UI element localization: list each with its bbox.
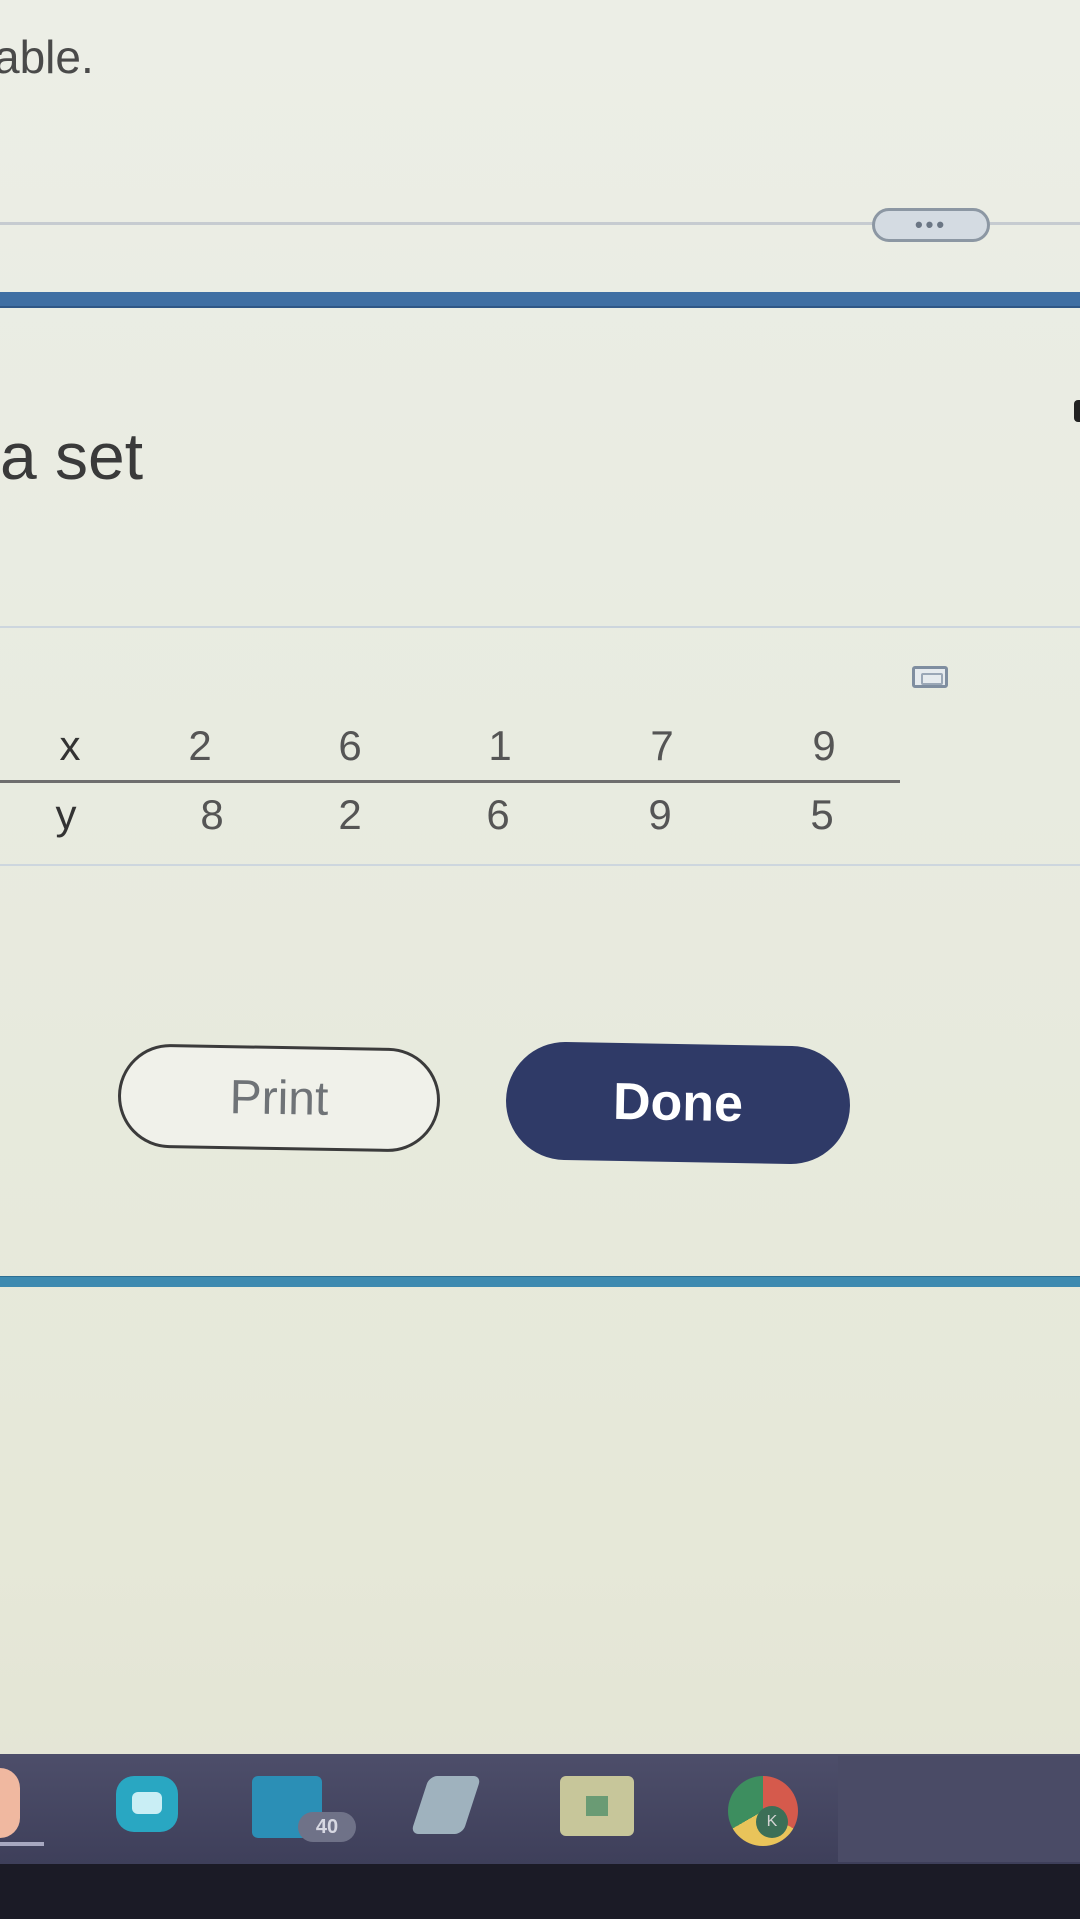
table-cell: 1 (488, 722, 512, 769)
dialog-footer-bar (0, 1276, 1080, 1287)
screen-bezel (0, 1864, 1080, 1919)
table-cell: 2 (188, 722, 212, 769)
table-cell: 6 (486, 791, 510, 838)
row-label-x: x (59, 722, 81, 769)
instruction-text-fragment: able. (0, 31, 94, 83)
notification-badge: 40 (298, 1812, 356, 1842)
more-button[interactable]: ••• (872, 208, 990, 242)
active-app-indicator (0, 1842, 44, 1846)
profile-badge: K (756, 1806, 788, 1838)
dialog-text-fragment: a set (0, 419, 144, 493)
files-icon[interactable] (560, 1776, 634, 1836)
table-cell: 5 (810, 791, 834, 838)
taskbar-empty-area (838, 1756, 1080, 1862)
screen: able. ••• a set x 2 6 1 7 9 y 8 2 6 9 5 … (0, 0, 1080, 1919)
data-table: x 2 6 1 7 9 y 8 2 6 9 5 (0, 714, 900, 849)
row-label-y: y (55, 791, 77, 838)
table-cell: 9 (812, 722, 836, 769)
table-cell: 6 (338, 722, 362, 769)
copy-icon[interactable] (912, 666, 948, 688)
table-cell: 7 (650, 722, 674, 769)
launcher-icon[interactable] (0, 1768, 20, 1838)
print-button[interactable]: Print (117, 1043, 441, 1153)
table-row-x: x 2 6 1 7 9 (0, 714, 900, 783)
done-button[interactable]: Done (504, 1041, 852, 1165)
table-cell: 9 (648, 791, 672, 838)
dialog-header-bar (0, 292, 1080, 308)
table-cell: 8 (200, 791, 224, 838)
table-cell: 2 (338, 791, 362, 838)
edge-mark (1074, 400, 1080, 422)
video-call-icon[interactable] (116, 1776, 178, 1832)
table-row-y: y 8 2 6 9 5 (0, 783, 900, 849)
